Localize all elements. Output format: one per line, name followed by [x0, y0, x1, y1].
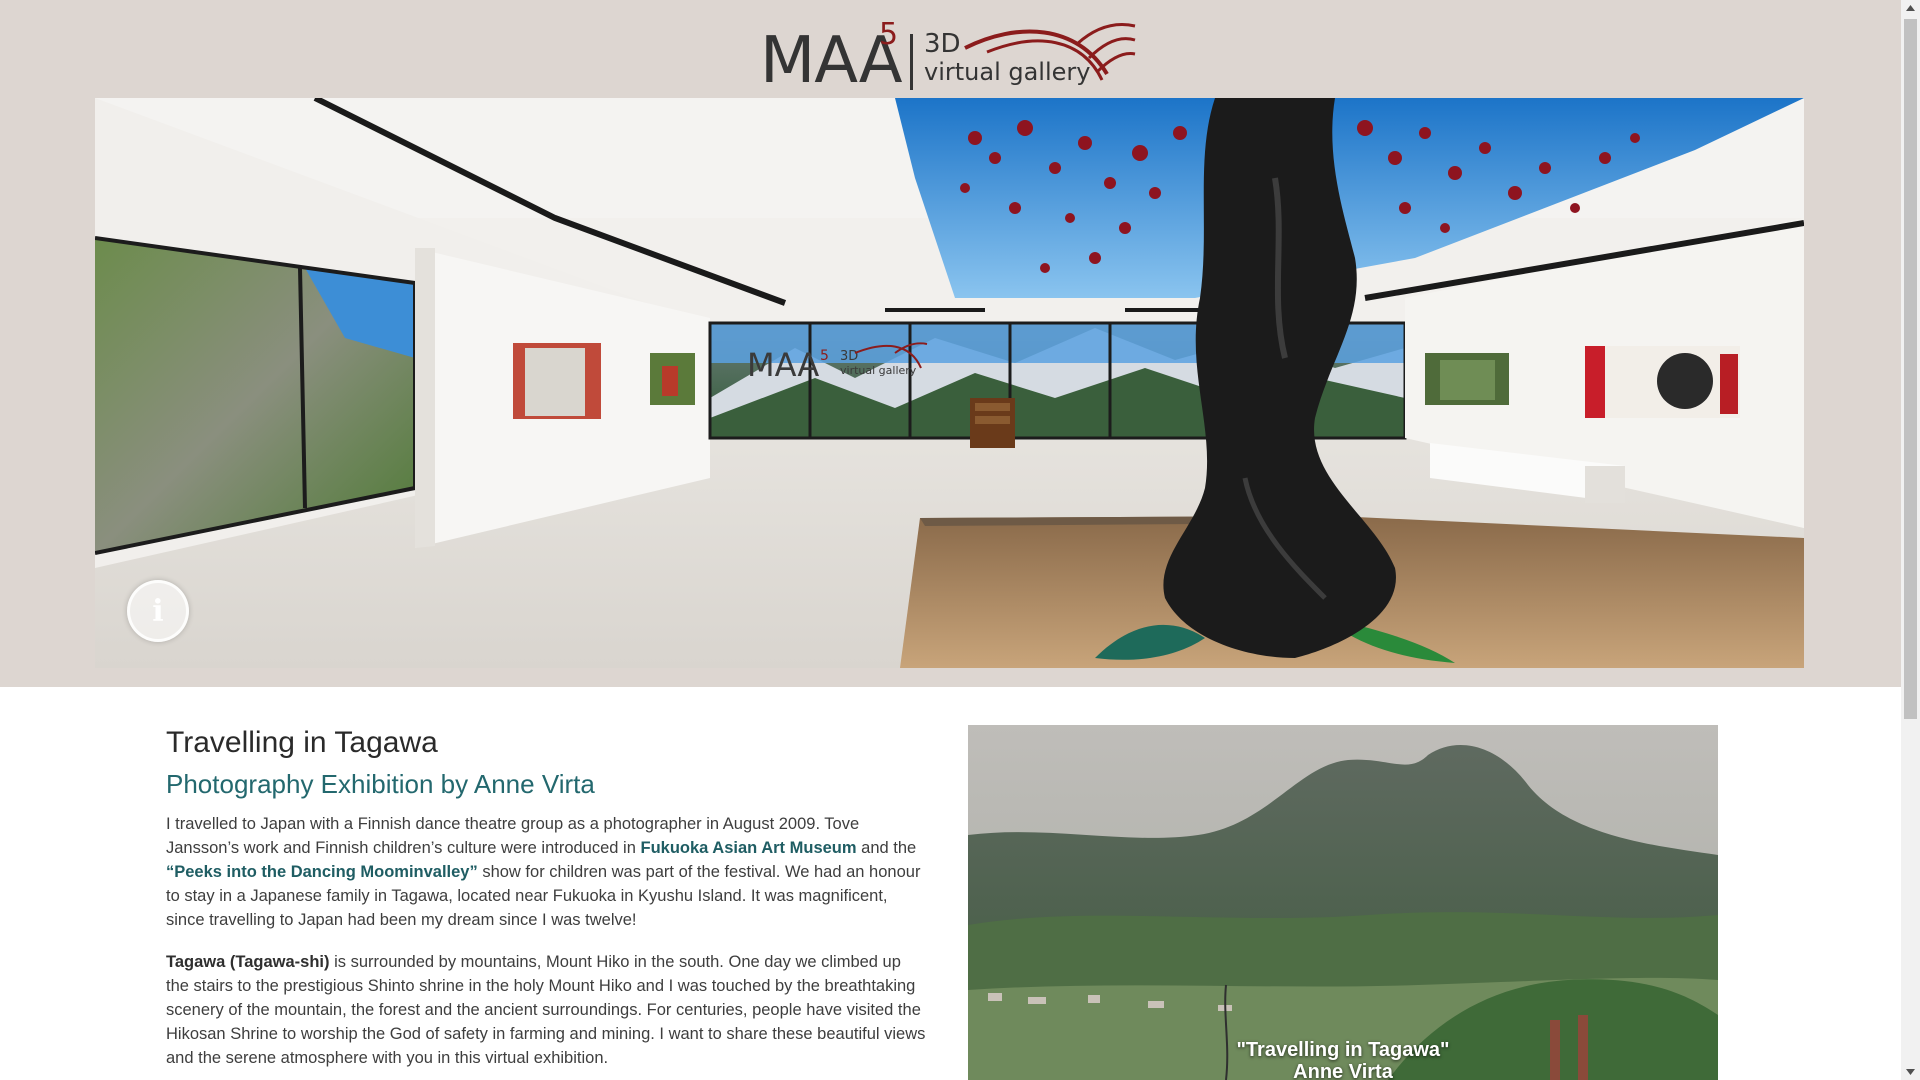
page-subtitle: Photography Exhibition by Anne Virta [166, 769, 595, 799]
scroll-up-arrow-icon[interactable] [1901, 0, 1920, 17]
site-logo[interactable]: MAA 5 3D virtual gallery [757, 14, 1137, 96]
feature-caption-title: "Travelling in Tagawa" [1236, 1039, 1450, 1061]
scrollbar-thumb[interactable] [1904, 19, 1917, 719]
header-band: MAA 5 3D virtual gallery MAA 5 3D virtua… [0, 0, 1901, 687]
scroll-down-arrow-icon[interactable] [1901, 1063, 1920, 1080]
paragraph-tagawa: Tagawa (Tagawa-shi) is surrounded by mou… [166, 950, 928, 1070]
feature-image[interactable]: "Travelling in Tagawa" Anne Virta [968, 725, 1718, 1080]
page: MAA 5 3D virtual gallery MAA 5 3D virtua… [0, 0, 1901, 1080]
wall-sign-brand: MAA [747, 346, 819, 384]
exhibition-description: Travelling in Tagawa Photography Exhibit… [166, 722, 928, 1080]
logo-3d-text: 3D [924, 29, 961, 59]
wall-sign-virtual-gallery: virtual gallery [840, 364, 917, 377]
info-button[interactable]: i [127, 580, 189, 642]
tagawa-bold-term: Tagawa (Tagawa-shi) [166, 953, 330, 971]
mountain-photo [968, 725, 1718, 1080]
gallery-3d-viewport[interactable]: MAA 5 3D virtual gallery i [95, 98, 1804, 668]
page-title: Travelling in Tagawa [166, 726, 438, 759]
wall-sign-superscript: 5 [820, 348, 829, 364]
wall-sign-3d: 3D [840, 349, 858, 364]
intro-text-2: and the [856, 839, 917, 857]
logo-superscript: 5 [879, 17, 899, 52]
feature-caption-author: Anne Virta [1293, 1061, 1393, 1080]
feature-caption: "Travelling in Tagawa" Anne Virta [968, 1039, 1718, 1080]
paragraph-intro: I travelled to Japan with a Finnish danc… [166, 812, 928, 932]
link-fukuoka-museum[interactable]: Fukuoka Asian Art Museum [640, 839, 856, 857]
logo-swoosh-icon [964, 23, 1136, 81]
vertical-scrollbar[interactable] [1901, 0, 1920, 1080]
gallery-scene: MAA 5 3D virtual gallery [95, 98, 1804, 668]
logo-divider [910, 34, 913, 90]
link-moominvalley-show[interactable]: “Peeks into the Dancing Moominvalley” [166, 863, 478, 881]
